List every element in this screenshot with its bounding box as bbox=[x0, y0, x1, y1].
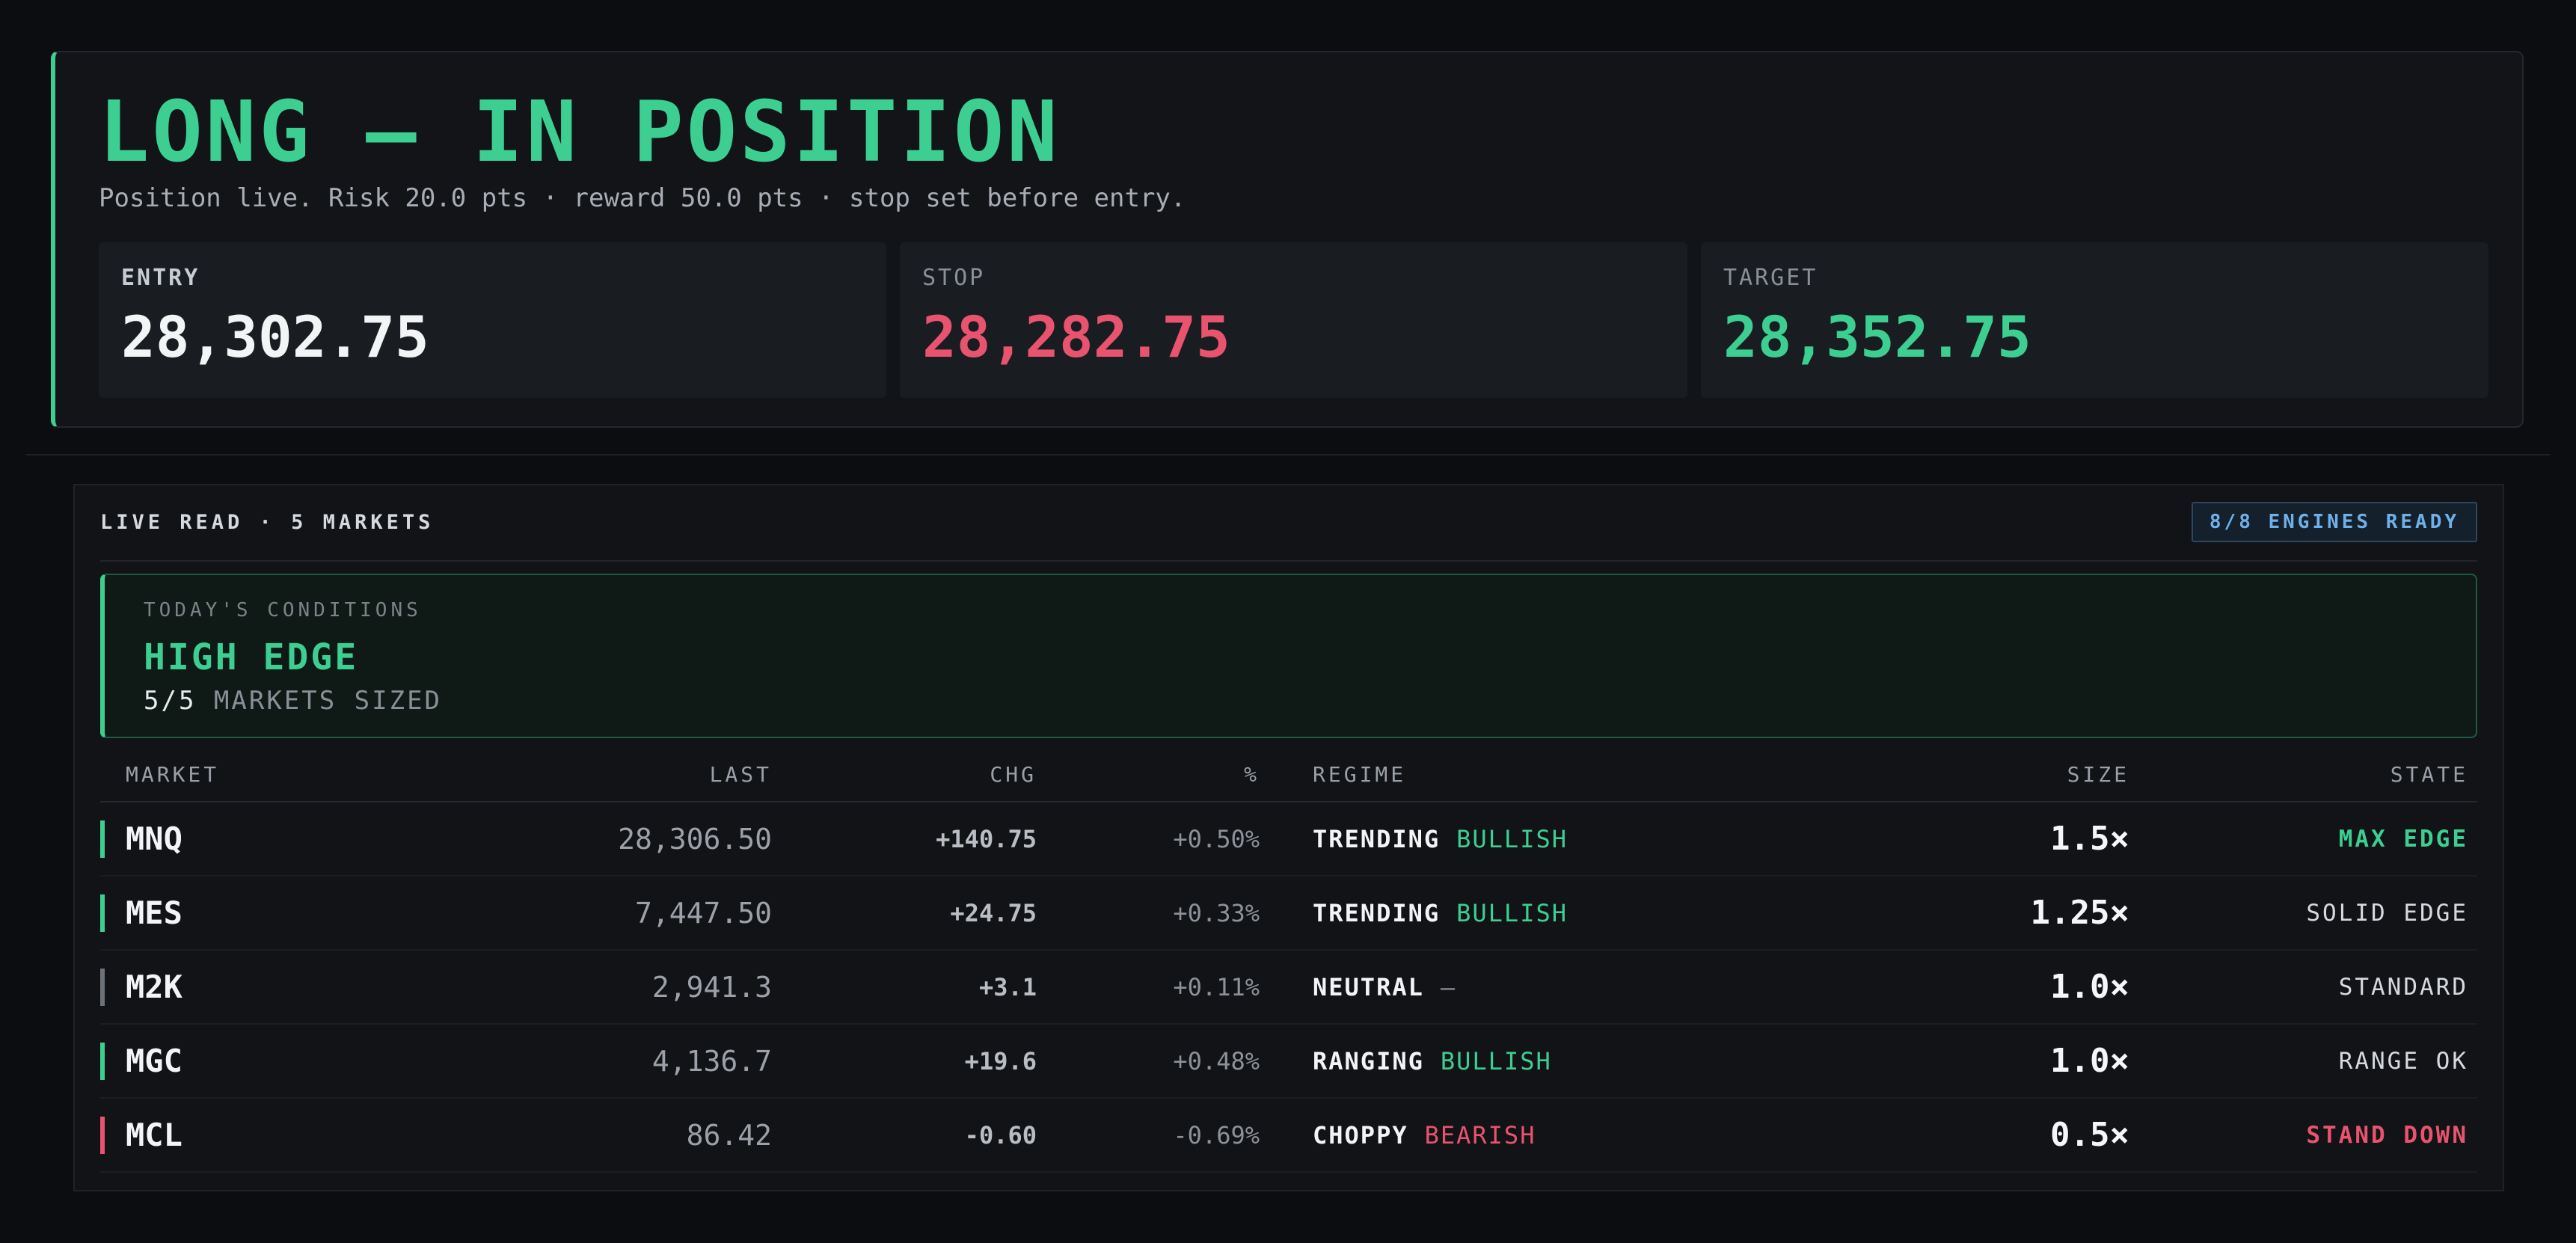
regime-label: RANGING bbox=[1313, 1046, 1424, 1075]
regime-bias: BULLISH bbox=[1456, 898, 1568, 927]
market-symbol: M2K bbox=[126, 969, 183, 1005]
position-panel: LONG — IN POSITION Position live. Risk 2… bbox=[51, 51, 2524, 428]
regime-label: NEUTRAL bbox=[1313, 972, 1424, 1001]
markets-sized-count: 5/5 bbox=[144, 686, 197, 716]
regime-bias: BULLISH bbox=[1440, 1046, 1552, 1075]
market-symbol: MGC bbox=[126, 1043, 183, 1079]
last-price: 7,447.50 bbox=[634, 896, 772, 930]
conditions-card: TODAY'S CONDITIONS HIGH EDGE 5/5 MARKETS… bbox=[100, 574, 2477, 738]
row-indicator-bar bbox=[100, 894, 105, 932]
state-label: RANGE OK bbox=[2338, 1047, 2468, 1075]
regime-label: TRENDING bbox=[1313, 898, 1441, 927]
market-symbol: MNQ bbox=[126, 820, 183, 857]
markets-sized-text: MARKETS SIZED bbox=[213, 686, 443, 716]
last-price: 28,306.50 bbox=[618, 822, 772, 856]
regime-bias: BULLISH bbox=[1456, 824, 1568, 853]
col-size: SIZE bbox=[2067, 762, 2129, 787]
col-pct: % bbox=[1244, 762, 1260, 787]
markets-table: MARKET LAST CHG % REGIME SIZE STATE MNQ … bbox=[100, 753, 2477, 1173]
regime-cell: TRENDING BULLISH bbox=[1313, 802, 1568, 875]
engines-ready-badge: 8/8 ENGINES READY bbox=[2191, 502, 2477, 542]
entry-card: ENTRY 28,302.75 bbox=[99, 242, 886, 398]
table-row[interactable]: MNQ 28,306.50 +140.75 +0.50% TRENDING BU… bbox=[100, 802, 2477, 877]
regime-cell: RANGING BULLISH bbox=[1313, 1025, 1552, 1097]
position-subtitle: Position live. Risk 20.0 pts · reward 50… bbox=[99, 183, 1186, 213]
table-row[interactable]: MES 7,447.50 +24.75 +0.33% TRENDING BULL… bbox=[100, 877, 2477, 951]
col-regime: REGIME bbox=[1313, 762, 1407, 787]
table-header: MARKET LAST CHG % REGIME SIZE STATE bbox=[100, 753, 2477, 802]
regime-label: CHOPPY bbox=[1313, 1120, 1408, 1150]
conditions-label: TODAY'S CONDITIONS bbox=[144, 599, 422, 622]
last-price: 86.42 bbox=[686, 1118, 772, 1152]
change-value: +24.75 bbox=[950, 898, 1037, 927]
row-indicator-bar bbox=[100, 820, 105, 858]
table-row[interactable]: MGC 4,136.7 +19.6 +0.48% RANGING BULLISH… bbox=[100, 1025, 2477, 1099]
entry-value: 28,302.75 bbox=[121, 304, 429, 370]
row-indicator-bar bbox=[100, 1043, 105, 1080]
change-percent: +0.48% bbox=[1173, 1046, 1260, 1075]
regime-cell: CHOPPY BEARISH bbox=[1313, 1099, 1536, 1171]
change-value: +19.6 bbox=[964, 1046, 1037, 1075]
col-state: STATE bbox=[2390, 762, 2468, 787]
table-row[interactable]: M2K 2,941.3 +3.1 +0.11% NEUTRAL — 1.0× S… bbox=[100, 951, 2477, 1025]
last-price: 4,136.7 bbox=[651, 1044, 772, 1078]
change-percent: -0.69% bbox=[1173, 1120, 1260, 1150]
live-read-panel: LIVE READ · 5 MARKETS 8/8 ENGINES READY … bbox=[73, 484, 2504, 1191]
change-percent: +0.50% bbox=[1173, 824, 1260, 853]
col-last: LAST bbox=[709, 762, 772, 787]
size-multiplier: 1.0× bbox=[2050, 1042, 2129, 1080]
table-row[interactable]: MCL 86.42 -0.60 -0.69% CHOPPY BEARISH 0.… bbox=[100, 1099, 2477, 1173]
live-read-header: LIVE READ · 5 MARKETS bbox=[100, 511, 435, 534]
target-label: TARGET bbox=[1723, 265, 1818, 291]
conditions-value: HIGH EDGE bbox=[144, 636, 359, 678]
state-label: SOLID EDGE bbox=[2306, 899, 2468, 927]
size-multiplier: 1.5× bbox=[2050, 820, 2129, 858]
target-value: 28,352.75 bbox=[1723, 304, 2031, 370]
section-divider bbox=[26, 454, 2550, 455]
regime-cell: TRENDING BULLISH bbox=[1313, 877, 1568, 949]
col-chg: CHG bbox=[990, 762, 1037, 787]
row-indicator-bar bbox=[100, 1117, 105, 1154]
target-card: TARGET 28,352.75 bbox=[1701, 242, 2488, 398]
market-symbol: MES bbox=[126, 894, 183, 931]
row-indicator-bar bbox=[100, 969, 105, 1006]
header-rule bbox=[100, 560, 2477, 562]
stop-card: STOP 28,282.75 bbox=[900, 242, 1687, 398]
levels-row: ENTRY 28,302.75 STOP 28,282.75 TARGET 28… bbox=[99, 242, 2488, 398]
state-label: STAND DOWN bbox=[2306, 1121, 2468, 1149]
size-multiplier: 0.5× bbox=[2050, 1116, 2129, 1154]
regime-bias: — bbox=[1440, 972, 1457, 1001]
stop-label: STOP bbox=[922, 265, 986, 291]
size-multiplier: 1.25× bbox=[2030, 894, 2129, 932]
regime-cell: NEUTRAL — bbox=[1313, 951, 1456, 1023]
change-value: -0.60 bbox=[964, 1120, 1037, 1150]
state-label: MAX EDGE bbox=[2338, 825, 2468, 853]
change-percent: +0.11% bbox=[1173, 972, 1260, 1001]
col-market: MARKET bbox=[126, 762, 220, 787]
regime-bias: BEARISH bbox=[1424, 1120, 1536, 1150]
change-percent: +0.33% bbox=[1173, 898, 1260, 927]
market-symbol: MCL bbox=[126, 1117, 183, 1153]
change-value: +140.75 bbox=[936, 824, 1037, 853]
entry-label: ENTRY bbox=[121, 265, 200, 291]
size-multiplier: 1.0× bbox=[2050, 968, 2129, 1006]
markets-sized: 5/5 MARKETS SIZED bbox=[144, 686, 442, 716]
state-label: STANDARD bbox=[2338, 973, 2468, 1001]
position-title: LONG — IN POSITION bbox=[99, 84, 1061, 181]
change-value: +3.1 bbox=[978, 972, 1037, 1001]
regime-label: TRENDING bbox=[1313, 824, 1441, 853]
last-price: 2,941.3 bbox=[651, 970, 772, 1004]
stop-value: 28,282.75 bbox=[922, 304, 1230, 370]
